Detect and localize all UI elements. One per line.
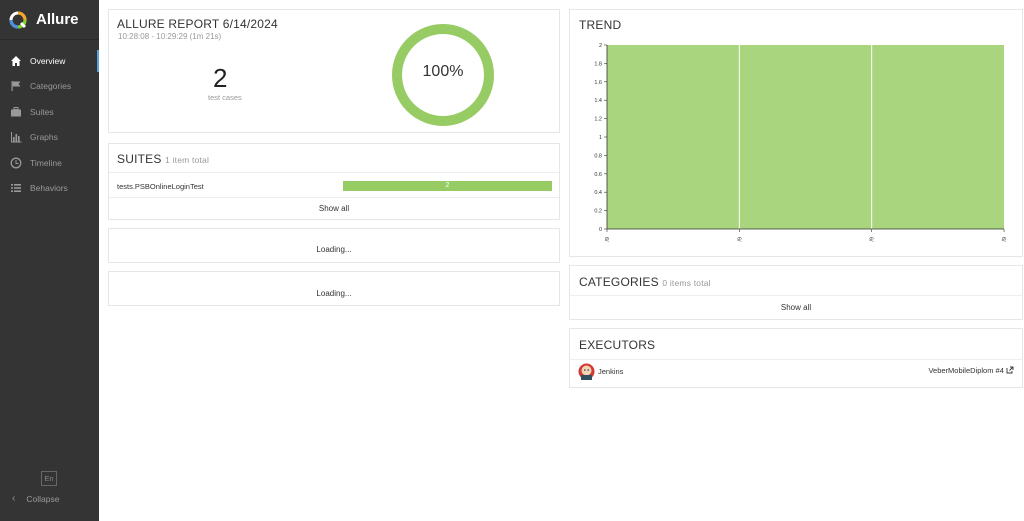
executor-name: Jenkins — [598, 367, 624, 376]
suites-subtitle: 1 item total — [165, 155, 210, 165]
executor-build-label: VeberMobileDiplom #4 — [928, 366, 1004, 375]
jenkins-avatar-icon — [578, 363, 595, 380]
brand[interactable]: Allure — [0, 0, 99, 40]
sidebar: Allure Overview Categories Suites Graphs — [0, 0, 99, 521]
executors-widget: EXECUTORS Jenkins VeberMobileDiplom #4 — [569, 328, 1023, 388]
suite-name-link[interactable]: tests.PSBOnlineLoginTest — [117, 182, 204, 191]
executor-build-link[interactable]: VeberMobileDiplom #4 — [928, 366, 1014, 375]
divider — [570, 359, 1022, 360]
report-time-range: 10:28:08 - 10:29:29 (1m 21s) — [118, 32, 222, 41]
categories-show-all-link[interactable]: Show all — [570, 303, 1022, 312]
loading-widget-2: Loading... — [108, 271, 560, 306]
categories-widget: CATEGORIES 0 items total Show all — [569, 265, 1023, 320]
loading-text: Loading... — [316, 245, 352, 254]
y-tick-label: 0.8 — [594, 153, 602, 159]
y-tick-label: 1.6 — [594, 80, 602, 86]
summary-widget: ALLURE REPORT 6/14/2024 10:28:08 - 10:29… — [108, 9, 560, 133]
trend-widget: TREND 0 0.2 0.4 0.6 0.8 1 1.2 1.4 1.6 1.8 2 6/6/6/6… — [569, 9, 1023, 257]
sidebar-item-label: Graphs — [30, 132, 58, 143]
executors-title: EXECUTORS — [579, 338, 656, 352]
sidebar-item-label: Behaviors — [30, 183, 68, 194]
x-tick-label: 6/ — [735, 237, 741, 242]
categories-header: CATEGORIES 0 items total — [579, 275, 711, 289]
divider — [109, 197, 559, 198]
trend-chart[interactable]: 0 0.2 0.4 0.6 0.8 1 1.2 1.4 1.6 1.8 2 6/6/6/6/ — [570, 10, 1024, 258]
y-tick-label: 0 — [599, 227, 602, 233]
sidebar-item-overview[interactable]: Overview — [0, 48, 99, 74]
collapse-button[interactable]: ‹ Collapse — [12, 493, 59, 504]
list-icon — [10, 182, 22, 194]
trend-area[interactable] — [607, 45, 1004, 229]
brand-name: Allure — [36, 11, 79, 28]
sidebar-item-graphs[interactable]: Graphs — [0, 125, 99, 151]
loading-text: Loading... — [316, 289, 352, 298]
clock-icon — [10, 157, 22, 169]
suites-header: SUITES 1 item total — [117, 152, 209, 166]
external-link-icon — [1006, 366, 1014, 375]
home-icon — [10, 55, 22, 67]
report-title: ALLURE REPORT 6/14/2024 — [117, 17, 278, 31]
x-tick-label: 6/ — [1000, 237, 1006, 242]
divider — [109, 172, 559, 173]
y-tick-label: 1.8 — [594, 61, 602, 67]
sidebar-item-categories[interactable]: Categories — [0, 74, 99, 100]
y-tick-label: 0.4 — [594, 190, 602, 196]
test-case-count: 2 — [213, 63, 228, 93]
divider — [570, 295, 1022, 296]
briefcase-icon — [10, 106, 22, 118]
sidebar-menu: Overview Categories Suites Graphs Timeli… — [0, 48, 99, 201]
sidebar-item-label: Timeline — [30, 157, 62, 168]
sidebar-item-behaviors[interactable]: Behaviors — [0, 176, 99, 202]
suites-show-all-link[interactable]: Show all — [109, 204, 559, 213]
y-tick-label: 1 — [599, 135, 602, 141]
suites-title: SUITES — [117, 152, 162, 166]
suites-widget: SUITES 1 item total tests.PSBOnlineLogin… — [108, 143, 560, 220]
flag-icon — [10, 80, 22, 92]
y-tick-label: 0.2 — [594, 209, 602, 215]
chevron-left-icon: ‹ — [12, 493, 16, 504]
pass-rate-percent: 100% — [422, 63, 464, 80]
sidebar-item-label: Suites — [30, 106, 54, 117]
collapse-label: Collapse — [26, 493, 60, 504]
categories-subtitle: 0 items total — [662, 278, 711, 288]
sidebar-item-label: Overview — [30, 55, 66, 66]
language-selector[interactable]: En — [41, 471, 57, 486]
suite-status-bar[interactable]: 2 — [343, 181, 552, 191]
categories-title: CATEGORIES — [579, 275, 659, 289]
y-tick-label: 1.4 — [594, 98, 602, 104]
y-tick-label: 0.6 — [594, 172, 602, 178]
loading-widget-1: Loading... — [108, 228, 560, 263]
sidebar-item-label: Categories — [30, 81, 72, 92]
sidebar-item-timeline[interactable]: Timeline — [0, 150, 99, 176]
y-tick-label: 2 — [599, 43, 602, 49]
allure-logo-icon — [9, 11, 27, 28]
x-tick-label: 6/ — [603, 237, 609, 242]
y-tick-label: 1.2 — [594, 117, 602, 123]
sidebar-item-suites[interactable]: Suites — [0, 99, 99, 125]
x-tick-label: 6/ — [868, 237, 874, 242]
bar-chart-icon — [10, 131, 22, 143]
test-case-count-label: test cases — [208, 93, 242, 102]
